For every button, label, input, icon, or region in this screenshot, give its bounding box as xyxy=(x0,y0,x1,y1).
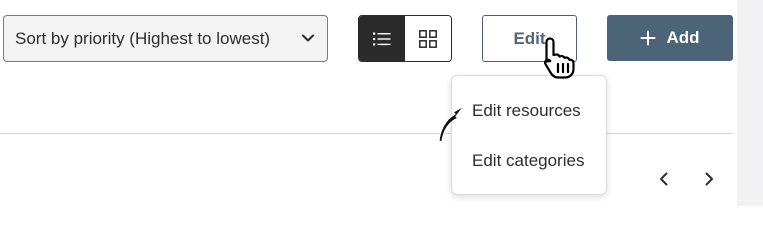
grid-view-button[interactable] xyxy=(405,16,451,61)
menu-item-edit-categories[interactable]: Edit categories xyxy=(472,151,584,171)
sort-select[interactable]: Sort by priority (Highest to lowest) xyxy=(3,15,328,62)
add-button-label: Add xyxy=(666,28,700,47)
pointer-arrow-icon xyxy=(438,105,465,143)
list-view-icon xyxy=(373,32,391,45)
chevron-right-icon[interactable] xyxy=(700,170,718,188)
sort-select-value: Sort by priority (Highest to lowest) xyxy=(15,28,271,48)
view-toggle xyxy=(358,15,452,62)
edit-dropdown-menu: Edit resources Edit categories xyxy=(451,75,607,195)
section-divider xyxy=(0,133,733,134)
chevron-left-icon[interactable] xyxy=(655,170,673,188)
hand-cursor-icon xyxy=(543,37,575,79)
chevron-down-icon xyxy=(302,34,314,42)
add-button[interactable]: Add xyxy=(607,15,733,61)
window-edge xyxy=(737,0,763,206)
edit-button-label: Edit xyxy=(513,28,546,48)
list-view-button[interactable] xyxy=(359,16,405,61)
plus-icon xyxy=(640,30,656,46)
menu-item-edit-resources[interactable]: Edit resources xyxy=(472,101,581,121)
grid-view-icon xyxy=(419,29,437,48)
